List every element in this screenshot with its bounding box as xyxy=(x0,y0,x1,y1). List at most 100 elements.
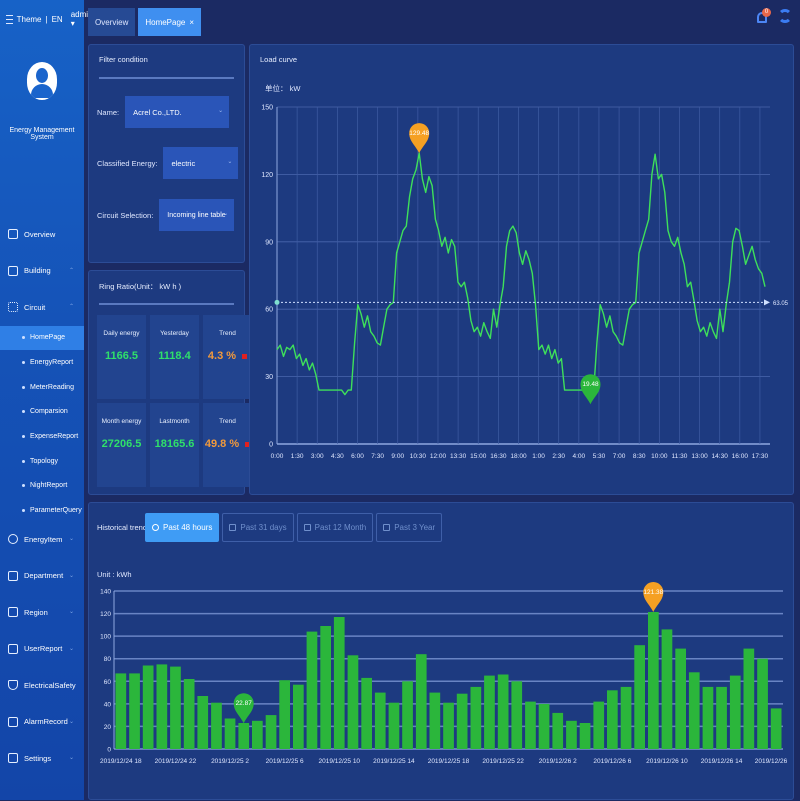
x-tick-label: 2019/12/25 14 xyxy=(373,758,415,765)
min-marker-label: 22.87 xyxy=(236,700,253,707)
lastmonth-card: Lastmonth 18165.6 xyxy=(150,403,199,487)
x-tick-label: 4:30 xyxy=(331,453,344,460)
sidebar-subitem-expensereport[interactable]: ExpenseReport xyxy=(0,424,84,449)
divider xyxy=(99,77,234,79)
chevron-down-icon: ⌄ xyxy=(218,108,224,114)
alarm-record-icon xyxy=(8,716,18,727)
chevron-down-icon: ⌄ xyxy=(68,645,74,652)
sidebar-item-label: UserReport xyxy=(24,644,63,654)
y-tick-label: 120 xyxy=(261,172,273,179)
x-tick-label: 18:00 xyxy=(510,453,527,460)
circuit-select[interactable]: Incoming line table ⌄ xyxy=(159,199,235,231)
sidebar-item-overview[interactable]: Overview xyxy=(0,222,84,247)
card-label: Trend xyxy=(219,330,236,337)
sidebar-subitem-comparsion[interactable]: Comparsion xyxy=(0,400,84,425)
classified-energy-select[interactable]: electric ⌄ xyxy=(163,147,239,179)
x-tick-label: 2019/12/24 18 xyxy=(100,758,142,765)
bar xyxy=(142,665,154,749)
historical-panel: Historical trend Past 48 hours Past 31 d… xyxy=(88,502,794,800)
classified-energy-value: electric xyxy=(171,158,196,168)
bar xyxy=(648,612,659,749)
sidebar-item-energyitem[interactable]: EnergyItem ⌄ xyxy=(0,527,84,552)
bar xyxy=(320,626,331,749)
month-energy-card: Month energy 27206.5 xyxy=(97,403,146,487)
sidebar-item-userreport[interactable]: UserReport ⌄ xyxy=(0,637,84,662)
divider xyxy=(99,303,234,305)
x-tick-label: 2019/12/26 xyxy=(755,758,788,765)
max-marker-label: 129.48 xyxy=(409,130,429,137)
card-label: Lastmonth xyxy=(159,418,190,425)
sidebar-item-circuit[interactable]: Circuit ⌃ xyxy=(0,295,84,320)
card-value: 49.8 % xyxy=(203,438,252,450)
close-icon[interactable]: × xyxy=(189,18,194,27)
shield-check-icon xyxy=(8,680,18,691)
bar xyxy=(306,631,318,749)
notification-bell-icon[interactable]: 0 xyxy=(756,8,771,24)
filter-circuit-row: Circuit Selection: Incoming line table ⌄ xyxy=(97,199,235,231)
y-tick-label: 80 xyxy=(104,656,112,663)
sidebar-subitem-topology[interactable]: Topology xyxy=(0,449,84,474)
average-line-start-dot xyxy=(274,299,280,305)
name-select[interactable]: Acrel Co.,LTD. ⌄ xyxy=(125,96,230,128)
sidebar-subitem-homepage[interactable]: HomePage xyxy=(0,325,84,351)
bar xyxy=(525,701,536,749)
max-marker: 121.38 xyxy=(643,582,664,613)
x-tick-label: 2019/12/25 2 xyxy=(211,758,249,765)
sidebar-subitem-label: HomePage xyxy=(30,334,66,342)
classified-energy-label: Classified Energy: xyxy=(97,158,158,168)
y-tick-label: 30 xyxy=(265,374,273,381)
sidebar-item-region[interactable]: Region ⌄ xyxy=(0,600,84,625)
sidebar-item-department[interactable]: Department ⌄ xyxy=(0,564,84,589)
average-line-label: 63.05 xyxy=(773,301,789,307)
tab-homepage[interactable]: HomePage × xyxy=(138,8,202,36)
sidebar-subitem-meterreading[interactable]: MeterReading xyxy=(0,375,84,400)
card-label: Daily energy xyxy=(103,330,140,337)
tab-label: Overview xyxy=(95,17,129,27)
max-marker-label: 121.38 xyxy=(643,589,663,596)
filter-title: Filter condition xyxy=(99,55,148,64)
filter-name-row: Name: Acrel Co.,LTD. ⌄ xyxy=(97,96,230,128)
min-marker-pin xyxy=(580,374,601,405)
x-tick-label: 13:30 xyxy=(450,453,467,460)
sidebar-subitem-label: ParameterQuery xyxy=(30,507,82,515)
tab-overview[interactable]: Overview xyxy=(88,8,136,36)
settings-icon xyxy=(8,753,18,764)
refresh-icon[interactable] xyxy=(778,9,792,23)
x-tick-label: 14:30 xyxy=(712,453,729,460)
chevron-down-icon: ⌄ xyxy=(227,159,233,165)
sidebar-subitem-parameterquery[interactable]: ParameterQuery xyxy=(0,498,84,523)
trend-up-icon xyxy=(242,353,248,359)
average-arrow-icon xyxy=(764,299,770,306)
sidebar-item-alarmrecord[interactable]: AlarmRecord ⌄ xyxy=(0,710,84,735)
bar xyxy=(402,681,413,749)
chevron-up-icon: ⌃ xyxy=(68,304,74,310)
chevron-down-icon: ⌄ xyxy=(68,572,74,579)
min-marker-label: 19.48 xyxy=(582,381,599,388)
sidebar-item-electricalsafety[interactable]: ElectricalSafety ⌄ xyxy=(0,673,84,698)
sidebar-item-settings[interactable]: Settings ⌄ xyxy=(0,746,84,771)
bar xyxy=(607,690,618,749)
bar xyxy=(388,702,400,749)
theme-switch[interactable]: Theme xyxy=(17,15,42,24)
card-value: 1166.5 xyxy=(104,350,139,362)
circuit-select-value: Incoming line table xyxy=(167,211,226,219)
x-tick-label: 2:30 xyxy=(552,453,565,460)
bar xyxy=(170,666,181,749)
circuit-icon xyxy=(8,302,18,313)
y-tick-label: 100 xyxy=(100,634,111,641)
sidebar-subitem-energyreport[interactable]: EnergyReport xyxy=(0,350,84,375)
sidebar-item-label: AlarmRecord xyxy=(24,717,68,727)
x-tick-label: 2019/12/25 6 xyxy=(266,758,304,765)
sidebar-item-building[interactable]: Building ⌃ xyxy=(0,259,84,284)
x-tick-label: 12:00 xyxy=(430,453,447,460)
region-icon xyxy=(8,607,18,618)
sidebar-item-label: Department xyxy=(24,571,64,581)
x-tick-label: 2019/12/26 6 xyxy=(593,758,631,765)
historical-bar-chart: 0 20 40 60 80 100 120 140 2019/12/24 18 2019/12/2… xyxy=(100,582,788,765)
language-switch[interactable]: EN xyxy=(52,15,63,24)
x-tick-label: 2019/12/25 10 xyxy=(318,758,360,765)
bar xyxy=(129,673,140,749)
sidebar-subitem-nightreport[interactable]: NightReport xyxy=(0,474,84,499)
menu-toggle-icon[interactable] xyxy=(6,14,13,24)
bar xyxy=(347,655,359,749)
